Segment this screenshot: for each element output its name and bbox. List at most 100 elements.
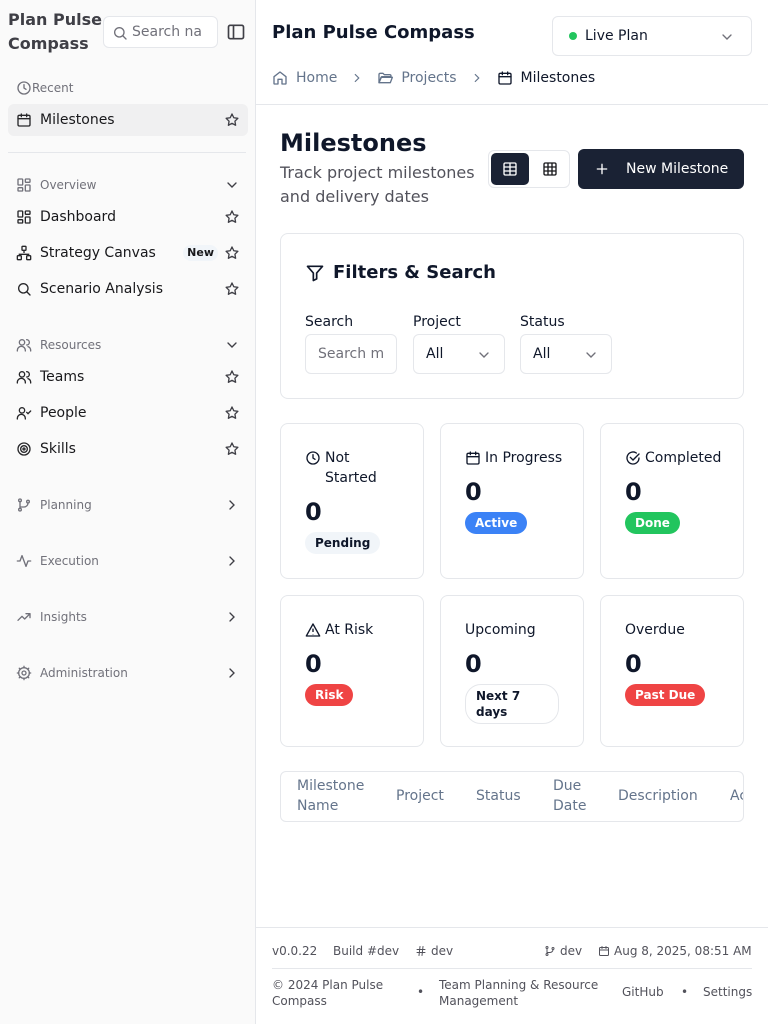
column-header-actions[interactable]: Ac [730,776,743,816]
folder-open-icon [377,70,394,86]
stat-header: Overdue [625,620,685,640]
filter-icon [305,263,325,283]
section-resources[interactable]: Resources [8,333,248,357]
sidebar-item-teams[interactable]: Teams [8,361,248,393]
stat-label: Overdue [625,622,685,638]
sidebar-item-label: Milestones [40,112,115,128]
sidebar-item-skills[interactable]: Skills [8,433,248,465]
env-value: dev [431,944,454,958]
settings-link[interactable]: Settings [703,984,752,1000]
chevron-right-icon [224,553,240,569]
calendar-icon [497,70,513,86]
breadcrumb-home[interactable]: Home [272,70,337,86]
star-icon[interactable] [224,209,240,225]
status-badge: Done [625,512,680,534]
column-header-project[interactable]: Project [396,776,444,816]
section-execution-label: Execution [40,554,99,568]
sidebar-item-label: Scenario Analysis [40,281,163,297]
star-icon[interactable] [224,405,240,421]
section-planning[interactable]: Planning [8,493,248,517]
search-input[interactable] [306,335,396,373]
calendar-icon [465,450,481,466]
sidebar-item-dashboard[interactable]: Dashboard [8,201,248,233]
status-select[interactable]: All [520,334,612,374]
chevron-right-icon [470,71,484,85]
brand-title: Plan Pulse Compass [8,10,102,53]
footer: v0.0.22 Build #dev dev dev Aug 8, 2025, … [256,927,768,1024]
activity-icon [16,553,32,569]
milestones-table: Milestone Name Project Status Due Date D… [280,771,744,822]
version-label: v0.0.22 [272,944,318,958]
status-badge: Past Due [625,684,706,706]
table-icon [503,162,517,176]
trending-up-icon [16,609,32,625]
sidebar-item-label: People [40,405,87,421]
sidebar-item-people[interactable]: People [8,397,248,429]
section-administration[interactable]: Administration [8,661,248,685]
sidebar-item-label: Teams [40,369,85,385]
table-view-button[interactable] [491,153,529,185]
sidebar-item-milestones[interactable]: Milestones [8,104,248,136]
stat-value: 0 [465,478,482,506]
branch-value: dev [560,944,583,958]
column-header-description[interactable]: Description [618,776,698,816]
section-recent-label: Recent [32,81,74,95]
status-badge: Pending [305,532,381,554]
users-icon [16,337,32,353]
clock-icon [16,80,32,96]
column-header-milestone-name[interactable]: Milestone Name [297,776,377,816]
dashboard-icon [16,209,32,225]
star-icon[interactable] [224,369,240,385]
project-select[interactable]: All [413,334,505,374]
github-link[interactable]: GitHub [622,984,664,1000]
section-execution[interactable]: Execution [8,549,248,573]
stat-header: Not Started [305,448,405,488]
star-icon[interactable] [224,441,240,457]
stat-header: Completed [625,448,721,468]
stat-header: In Progress [465,448,562,468]
build-date-label: Aug 8, 2025, 08:51 AM [598,944,752,958]
status-label: Status [520,314,565,330]
sidebar-header: Plan Pulse Compass [8,8,248,56]
sidebar-item-scenario-analysis[interactable]: Scenario Analysis [8,273,248,305]
live-status-dot [569,32,577,40]
stat-label: Upcoming [465,622,536,638]
chevron-right-icon [224,497,240,513]
star-icon[interactable] [224,112,240,128]
sidebar-search-input[interactable] [132,17,216,47]
stat-card-not-started: Not Started 0 Pending [280,423,424,579]
status-badge: Risk [305,684,354,706]
chevron-right-icon [350,71,364,85]
stat-label: At Risk [325,622,374,638]
column-header-due-date[interactable]: Due Date [553,776,593,816]
chevron-down-icon [476,347,492,363]
sidebar-search[interactable] [103,16,218,48]
sidebar-item-strategy-canvas[interactable]: Strategy Canvas New [8,237,248,269]
alert-triangle-icon [305,622,321,638]
target-icon [16,441,32,457]
tagline: Team Planning & Resource Management [439,978,599,1008]
search-field[interactable] [305,334,397,374]
star-icon[interactable] [224,281,240,297]
plus-icon [594,161,610,177]
stat-card-completed: Completed 0 Done [600,423,744,579]
top-header: Plan Pulse Compass Live Plan Home Projec… [256,0,768,105]
grid-icon [543,162,557,176]
section-overview[interactable]: Overview [8,173,248,197]
new-milestone-button[interactable]: New Milestone [578,149,744,189]
star-icon[interactable] [224,245,240,261]
network-icon [16,245,32,261]
plan-select[interactable]: Live Plan [552,16,752,56]
sidebar-toggle-icon[interactable] [226,22,246,42]
column-header-status[interactable]: Status [476,776,521,816]
stat-value: 0 [625,650,642,678]
chevron-right-icon [224,609,240,625]
copyright: © 2024 Plan Pulse Compass [272,978,384,1008]
section-insights[interactable]: Insights [8,605,248,629]
breadcrumb-projects[interactable]: Projects [377,70,457,86]
page-subtitle: Track project milestones and delivery da… [280,163,475,206]
grid-view-button[interactable] [531,153,569,185]
stat-header: Upcoming [465,620,536,640]
breadcrumb-label: Projects [401,70,457,86]
sidebar-divider [8,152,246,153]
